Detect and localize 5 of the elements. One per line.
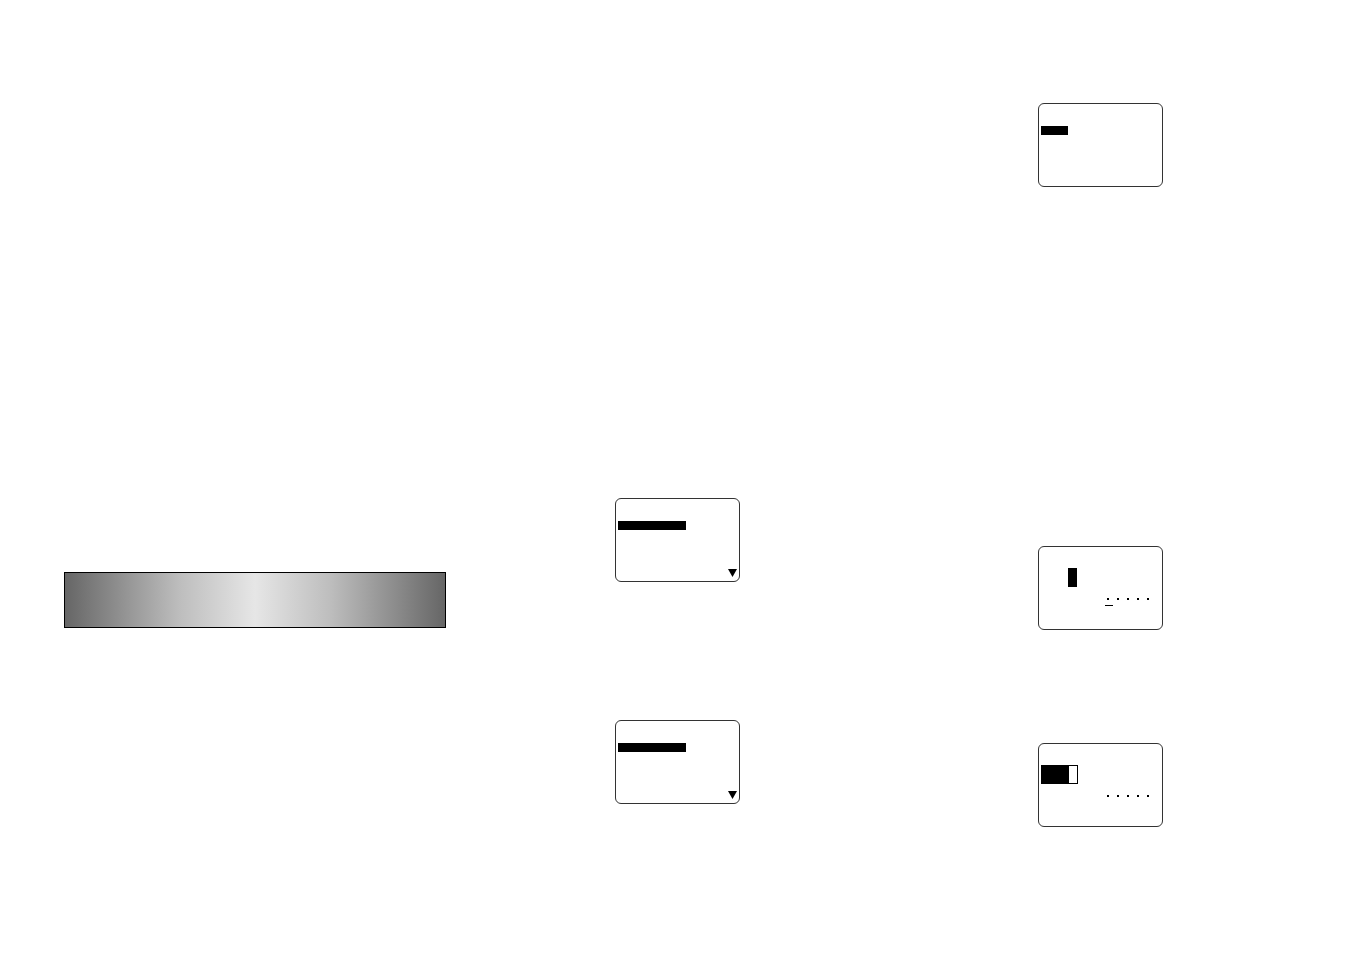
highlight-bar (1041, 126, 1068, 135)
cursor-block (1068, 568, 1077, 587)
highlight-bar (618, 743, 686, 752)
highlight-bar (618, 521, 686, 530)
cursor-block (1041, 765, 1078, 784)
